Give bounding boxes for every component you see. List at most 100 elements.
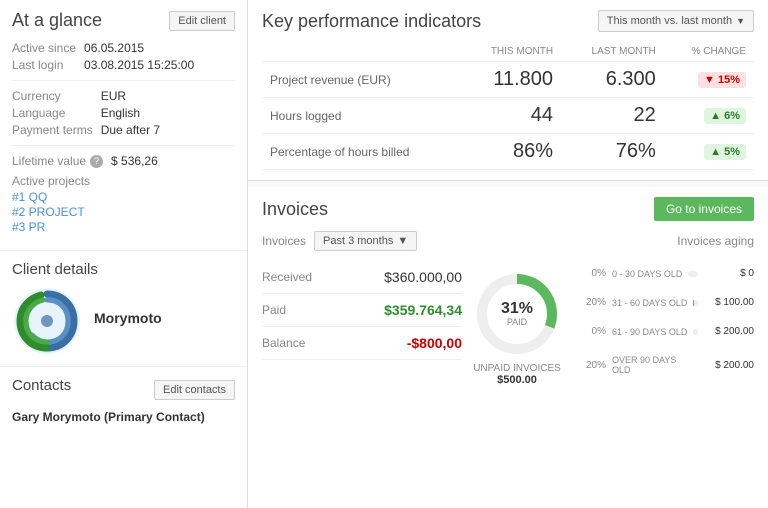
aging-pct-0: 0% bbox=[582, 268, 606, 279]
kpi-last-month-2: 76% bbox=[561, 134, 664, 170]
lifetime-amount: $ 536,26 bbox=[111, 154, 158, 168]
aging-range-3: OVER 90 DAYS OLD bbox=[612, 355, 692, 375]
edit-contacts-button[interactable]: Edit contacts bbox=[154, 380, 235, 400]
last-login-value: 03.08.2015 15:25:00 bbox=[84, 58, 235, 72]
period-arrow-icon: ▼ bbox=[397, 235, 408, 247]
kpi-change-0: ▼ 15% bbox=[664, 62, 754, 98]
received-amount: $360.000,00 bbox=[384, 269, 462, 285]
invoice-row-received: Received $360.000,00 bbox=[262, 261, 462, 294]
project-link-3[interactable]: #3 PR bbox=[12, 220, 235, 234]
invoices-rows: Received $360.000,00 Paid $359.764,34 Ba… bbox=[262, 261, 462, 386]
kpi-title: Key performance indicators bbox=[262, 11, 481, 32]
invoices-filter-label: Invoices bbox=[262, 234, 306, 248]
kpi-last-month-0: 6.300 bbox=[561, 62, 664, 98]
aging-amount-2: $ 200.00 bbox=[704, 326, 754, 337]
aging-bar-track-0 bbox=[688, 271, 698, 277]
aging-range-0: 0 - 30 DAYS OLD bbox=[612, 269, 682, 279]
payment-terms-value: Due after 7 bbox=[101, 123, 235, 137]
kpi-col-metric bbox=[262, 42, 461, 62]
language-label: Language bbox=[12, 106, 93, 120]
invoice-row-paid: Paid $359.764,34 bbox=[262, 294, 462, 327]
kpi-metric-2: Percentage of hours billed bbox=[262, 134, 461, 170]
contacts-section: Contacts Edit contacts Gary Morymoto (Pr… bbox=[0, 367, 247, 434]
period-label: Past 3 months bbox=[323, 235, 393, 247]
unpaid-invoices-area: UNPAID INVOICES $500.00 bbox=[473, 363, 561, 386]
language-value: English bbox=[101, 106, 235, 120]
kpi-last-month-1: 22 bbox=[561, 98, 664, 134]
donut-paid-label: PAID bbox=[501, 317, 533, 327]
project-link-2[interactable]: #2 PROJECT bbox=[12, 205, 235, 219]
invoices-title: Invoices bbox=[262, 199, 328, 220]
kpi-section: Key performance indicators This month vs… bbox=[248, 0, 768, 181]
kpi-col-last-month: LAST MONTH bbox=[561, 42, 664, 62]
lifetime-help-icon[interactable]: ? bbox=[90, 155, 103, 168]
paid-label: Paid bbox=[262, 303, 286, 317]
kpi-metric-1: Hours logged bbox=[262, 98, 461, 134]
kpi-this-month-1: 44 bbox=[461, 98, 561, 134]
project-link-1[interactable]: #1 QQ bbox=[12, 190, 235, 204]
invoices-controls: Invoices Past 3 months ▼ Invoices aging bbox=[262, 231, 754, 251]
payment-terms-label: Payment terms bbox=[12, 123, 93, 137]
client-logo bbox=[12, 286, 82, 356]
aging-row-0: 0% 0 - 30 DAYS OLD $ 0 bbox=[582, 268, 754, 279]
kpi-col-this-month: THIS MONTH bbox=[461, 42, 561, 62]
donut-area: 31% PAID UNPAID INVOICES $500.00 bbox=[472, 261, 562, 386]
kpi-change-2: ▲ 5% bbox=[664, 134, 754, 170]
currency-group: Currency EUR Language English Payment te… bbox=[12, 80, 235, 137]
kpi-table: THIS MONTH LAST MONTH % CHANGE Project r… bbox=[262, 42, 754, 170]
aging-bar-track-2 bbox=[693, 329, 698, 335]
lifetime-group: Lifetime value ? $ 536,26 Active project… bbox=[12, 145, 235, 234]
unpaid-invoices-amount: $500.00 bbox=[473, 374, 561, 386]
left-panel: At a glance Edit client Active since 06.… bbox=[0, 0, 248, 508]
aging-pct-2: 0% bbox=[582, 326, 606, 337]
currency-label: Currency bbox=[12, 89, 93, 103]
at-a-glance-section: At a glance Edit client Active since 06.… bbox=[0, 0, 247, 251]
currency-value: EUR bbox=[101, 89, 235, 103]
kpi-this-month-0: 11.800 bbox=[461, 62, 561, 98]
aging-range-1: 31 - 60 DAYS OLD bbox=[612, 298, 687, 308]
kpi-row: Project revenue (EUR)11.8006.300▼ 15% bbox=[262, 62, 754, 98]
at-a-glance-title: At a glance bbox=[12, 10, 102, 31]
contacts-title: Contacts bbox=[12, 377, 71, 394]
invoices-section: Invoices Go to invoices Invoices Past 3 … bbox=[248, 187, 768, 508]
received-label: Received bbox=[262, 270, 312, 284]
kpi-period-label: This month vs. last month bbox=[607, 15, 732, 27]
donut-pct: 31% bbox=[501, 301, 533, 317]
balance-label: Balance bbox=[262, 336, 305, 350]
kpi-row: Percentage of hours billed86%76%▲ 5% bbox=[262, 134, 754, 170]
client-name: Morymoto bbox=[94, 310, 162, 326]
aging-pct-1: 20% bbox=[582, 297, 606, 308]
active-since-label: Active since bbox=[12, 41, 76, 55]
invoices-period-dropdown[interactable]: Past 3 months ▼ bbox=[314, 231, 417, 251]
aging-amount-0: $ 0 bbox=[704, 268, 754, 279]
primary-contact: Gary Morymoto (Primary Contact) bbox=[12, 410, 235, 424]
lifetime-value-label: Lifetime value bbox=[12, 154, 86, 168]
invoice-row-balance: Balance -$800,00 bbox=[262, 327, 462, 360]
client-details-title: Client details bbox=[12, 261, 235, 278]
aging-amount-3: $ 200.00 bbox=[704, 360, 754, 371]
aging-amount-1: $ 100.00 bbox=[704, 297, 754, 308]
aging-range-2: 61 - 90 DAYS OLD bbox=[612, 327, 687, 337]
last-login-label: Last login bbox=[12, 58, 76, 72]
kpi-metric-0: Project revenue (EUR) bbox=[262, 62, 461, 98]
client-logo-area: Morymoto bbox=[12, 286, 235, 356]
active-since-group: Active since 06.05.2015 Last login 03.08… bbox=[12, 41, 235, 72]
active-projects-label: Active projects bbox=[12, 174, 235, 188]
aging-bar-fill-1 bbox=[693, 300, 694, 306]
edit-client-button[interactable]: Edit client bbox=[169, 11, 235, 31]
aging-pct-3: 20% bbox=[582, 360, 606, 371]
aging-row-3: 20% OVER 90 DAYS OLD $ 200.00 bbox=[582, 355, 754, 375]
right-panel: Key performance indicators This month vs… bbox=[248, 0, 768, 508]
kpi-dropdown-arrow-icon: ▼ bbox=[736, 16, 745, 26]
donut-label: 31% PAID bbox=[501, 301, 533, 327]
unpaid-invoices-label: UNPAID INVOICES bbox=[473, 363, 561, 374]
kpi-col-pct-change: % CHANGE bbox=[664, 42, 754, 62]
go-to-invoices-button[interactable]: Go to invoices bbox=[654, 197, 754, 221]
client-details-section: Client details Morymoto bbox=[0, 251, 247, 367]
balance-amount: -$800,00 bbox=[407, 335, 462, 351]
aging-row-1: 20% 31 - 60 DAYS OLD $ 100.00 bbox=[582, 297, 754, 308]
aging-row-2: 0% 61 - 90 DAYS OLD $ 200.00 bbox=[582, 326, 754, 337]
kpi-row: Hours logged4422▲ 6% bbox=[262, 98, 754, 134]
aging-section: 0% 0 - 30 DAYS OLD $ 0 20% 31 - 60 DAYS OLD $… bbox=[572, 261, 754, 386]
kpi-period-dropdown[interactable]: This month vs. last month ▼ bbox=[598, 10, 754, 32]
